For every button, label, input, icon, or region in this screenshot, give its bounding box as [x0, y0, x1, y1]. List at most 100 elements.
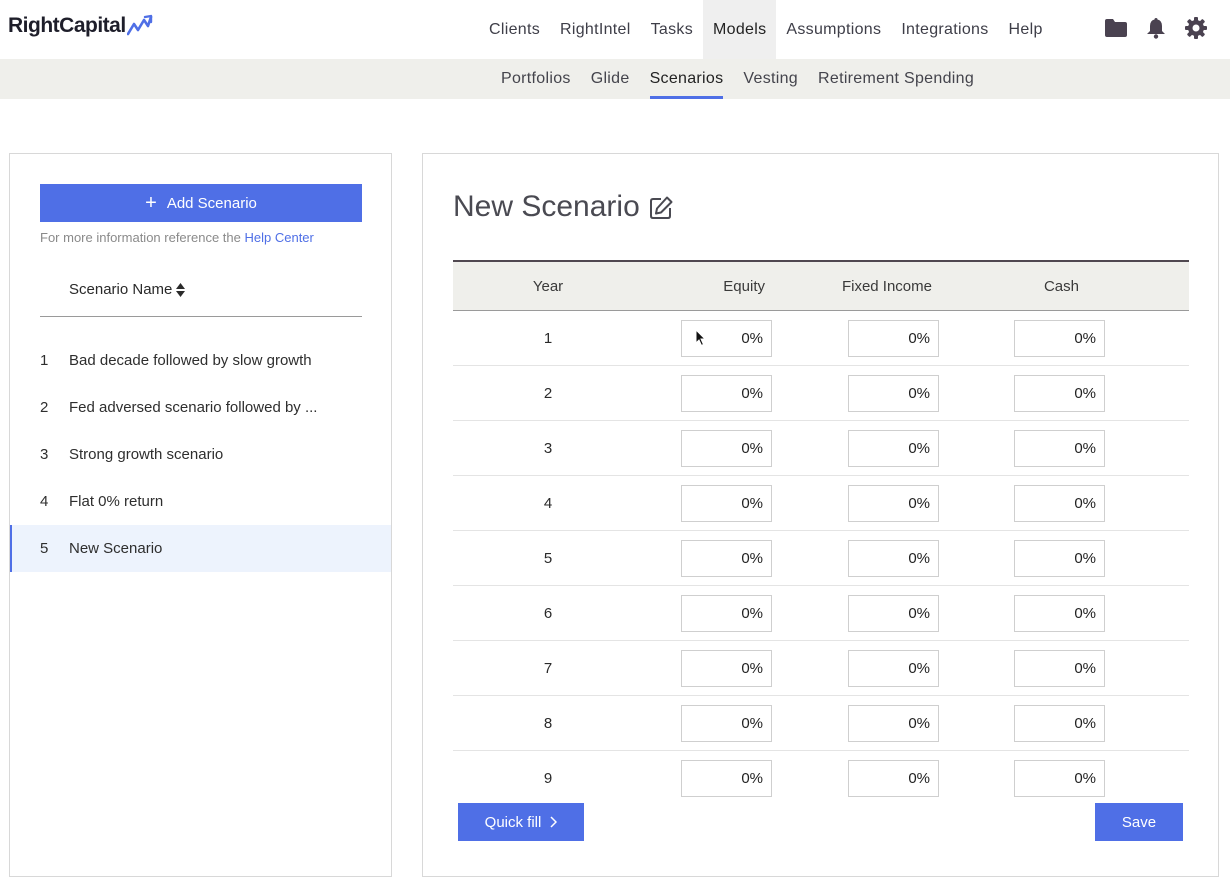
brand-logo[interactable]: RightCapital: [8, 14, 153, 38]
scenario-name: Flat 0% return: [69, 493, 164, 510]
scenario-name-header-label: Scenario Name: [69, 281, 173, 298]
scenario-name-sort-header[interactable]: Scenario Name: [69, 281, 186, 298]
nav-icon-group: [1104, 0, 1208, 56]
equity-input[interactable]: [681, 374, 772, 412]
cash-input[interactable]: [1014, 484, 1105, 522]
table-header: Year Equity Fixed Income Cash: [453, 260, 1189, 310]
equity-input[interactable]: [681, 429, 772, 467]
add-scenario-button[interactable]: + Add Scenario: [40, 184, 362, 222]
sub-nav: Portfolios Glide Scenarios Vesting Retiremen…: [0, 59, 1230, 99]
scenario-list-item[interactable]: 1 Bad decade followed by slow growth: [10, 337, 391, 384]
header-divider: [40, 316, 362, 317]
scenario-name: New Scenario: [69, 540, 163, 557]
cash-input[interactable]: [1014, 319, 1105, 357]
equity-input[interactable]: [681, 704, 772, 742]
table-row: 6: [453, 585, 1189, 640]
fixed-income-input[interactable]: [848, 704, 939, 742]
top-nav: RightCapital Clients RightIntel Tasks Model…: [0, 0, 1230, 59]
cash-input[interactable]: [1014, 374, 1105, 412]
year-cell: 4: [543, 494, 553, 512]
year-cell: 1: [543, 329, 553, 347]
scenario-list-panel: + Add Scenario For more information refe…: [9, 153, 392, 877]
year-cell: 8: [543, 714, 553, 732]
equity-input[interactable]: [681, 649, 772, 687]
table-row: 4: [453, 475, 1189, 530]
table-row: 5: [453, 530, 1189, 585]
equity-input[interactable]: [681, 539, 772, 577]
fixed-income-input[interactable]: [848, 429, 939, 467]
nav-item-help[interactable]: Help: [999, 0, 1053, 59]
nav-item-integrations[interactable]: Integrations: [891, 0, 998, 59]
scenario-list-item[interactable]: 5 New Scenario: [10, 525, 391, 572]
fixed-income-input[interactable]: [848, 594, 939, 632]
scenario-list-item[interactable]: 2 Fed adversed scenario followed by ...: [10, 384, 391, 431]
help-center-link[interactable]: Help Center: [245, 230, 314, 245]
scenario-number: 3: [40, 446, 49, 463]
table-row: 7: [453, 640, 1189, 695]
column-header-equity: Equity: [723, 277, 765, 295]
cash-input[interactable]: [1014, 539, 1105, 577]
table-body: 1 2 3 4 5 6 7 8 9: [453, 310, 1189, 805]
edit-pencil-icon[interactable]: [648, 195, 674, 221]
fixed-income-input[interactable]: [848, 759, 939, 797]
nav-item-rightintel[interactable]: RightIntel: [550, 0, 641, 59]
chevron-right-icon: [550, 816, 558, 828]
cash-input[interactable]: [1014, 649, 1105, 687]
scenario-editor-panel: New Scenario Year Equity Fixed Income Ca…: [422, 153, 1219, 877]
fixed-income-input[interactable]: [848, 649, 939, 687]
table-row: 1: [453, 310, 1189, 365]
quick-fill-button[interactable]: Quick fill: [458, 803, 584, 841]
help-text: For more information reference the Help …: [40, 230, 314, 245]
table-row: 2: [453, 365, 1189, 420]
tab-retirement-spending[interactable]: Retirement Spending: [808, 59, 984, 99]
cash-input[interactable]: [1014, 704, 1105, 742]
gear-icon[interactable]: [1184, 16, 1208, 40]
scenario-title: New Scenario: [453, 190, 674, 224]
year-cell: 3: [543, 439, 553, 457]
table-row: 3: [453, 420, 1189, 475]
equity-input[interactable]: [681, 594, 772, 632]
equity-input[interactable]: [681, 759, 772, 797]
column-header-year: Year: [532, 277, 564, 295]
folder-icon[interactable]: [1104, 18, 1128, 38]
column-header-cash: Cash: [1043, 277, 1079, 295]
scenario-name: Strong growth scenario: [69, 446, 224, 463]
bell-icon[interactable]: [1146, 17, 1166, 39]
help-prefix: For more information reference the: [40, 230, 241, 245]
year-cell: 9: [543, 769, 553, 787]
nav-item-clients[interactable]: Clients: [479, 0, 550, 59]
scenario-list: 1 Bad decade followed by slow growth 2 Fed …: [10, 337, 391, 572]
save-button[interactable]: Save: [1095, 803, 1183, 841]
year-cell: 5: [543, 549, 553, 567]
nav-item-tasks[interactable]: Tasks: [641, 0, 703, 59]
scenario-name: Bad decade followed by slow growth: [69, 352, 312, 369]
scenario-list-item[interactable]: 3 Strong growth scenario: [10, 431, 391, 478]
column-header-fixed-income: Fixed Income: [841, 277, 932, 295]
year-cell: 2: [543, 384, 553, 402]
cash-input[interactable]: [1014, 429, 1105, 467]
fixed-income-input[interactable]: [848, 319, 939, 357]
plus-icon: +: [145, 192, 157, 214]
scenario-title-text: New Scenario: [453, 190, 640, 223]
tab-vesting[interactable]: Vesting: [733, 59, 808, 99]
quick-fill-label: Quick fill: [484, 813, 542, 831]
cash-input[interactable]: [1014, 594, 1105, 632]
fixed-income-input[interactable]: [848, 539, 939, 577]
scenario-number: 4: [40, 493, 49, 510]
year-cell: 7: [543, 659, 553, 677]
scenario-number: 5: [40, 540, 49, 557]
allocation-table: Year Equity Fixed Income Cash 1 2 3 4 5 6 7 8 9: [453, 260, 1189, 805]
scenario-list-item[interactable]: 4 Flat 0% return: [10, 478, 391, 525]
add-scenario-label: Add Scenario: [166, 194, 257, 212]
tab-scenarios[interactable]: Scenarios: [640, 59, 734, 99]
equity-input[interactable]: [681, 484, 772, 522]
fixed-income-input[interactable]: [848, 374, 939, 412]
fixed-income-input[interactable]: [848, 484, 939, 522]
table-row: 8: [453, 695, 1189, 750]
nav-item-models[interactable]: Models: [703, 0, 777, 59]
nav-item-assumptions[interactable]: Assumptions: [776, 0, 891, 59]
tab-glide[interactable]: Glide: [581, 59, 640, 99]
cash-input[interactable]: [1014, 759, 1105, 797]
tab-portfolios[interactable]: Portfolios: [491, 59, 581, 99]
scenario-name: Fed adversed scenario followed by ...: [69, 399, 318, 416]
